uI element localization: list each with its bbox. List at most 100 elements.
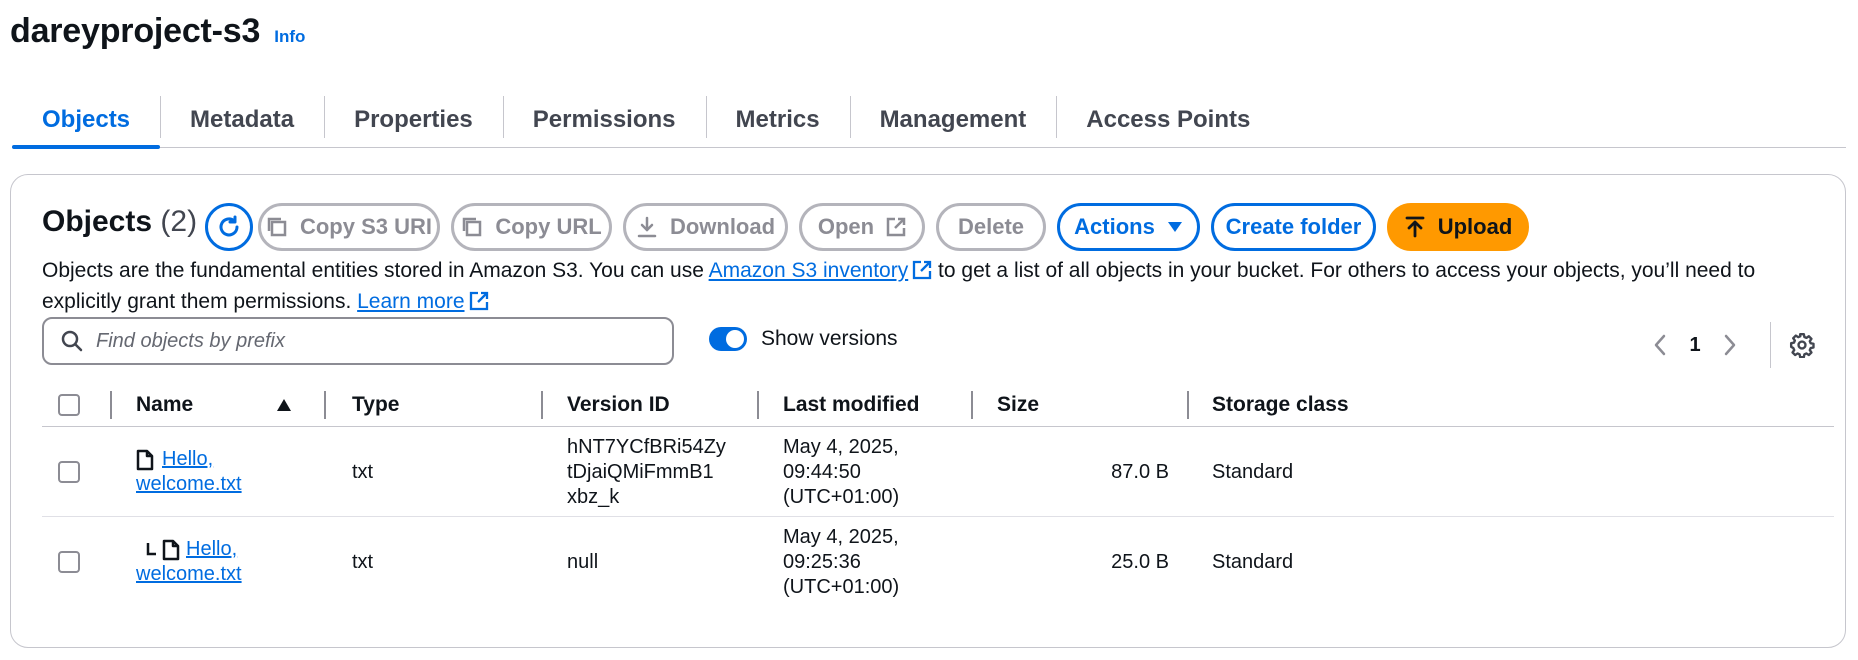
search-icon — [61, 330, 83, 352]
show-versions-control: Show versions — [709, 327, 898, 351]
page-number[interactable]: 1 — [1680, 334, 1710, 357]
create-folder-button[interactable]: Create folder — [1211, 203, 1376, 251]
previous-page-button[interactable] — [1640, 334, 1680, 356]
copy-s3-uri-button[interactable]: Copy S3 URI — [258, 203, 440, 251]
download-button[interactable]: Download — [623, 203, 788, 251]
last-modified-date: May 4, 2025, — [783, 525, 899, 548]
chevron-right-icon — [1724, 334, 1736, 356]
actions-button[interactable]: Actions — [1057, 203, 1200, 251]
column-header-type[interactable]: Type — [352, 383, 399, 427]
page-header: dareyproject-s3 Info — [10, 12, 305, 51]
caret-down-icon — [1167, 222, 1182, 232]
object-link[interactable]: Hello, — [186, 537, 237, 562]
version-id-line: tDjaiQMiFmmB1 — [567, 460, 714, 483]
tab-metadata[interactable]: Metadata — [160, 92, 324, 147]
select-all-cell — [58, 383, 80, 427]
column-header-name[interactable]: Name — [136, 383, 193, 427]
s3-inventory-link[interactable]: Amazon S3 inventory — [709, 259, 909, 282]
tab-management[interactable]: Management — [849, 92, 1057, 147]
copy-url-label: Copy URL — [495, 214, 602, 239]
show-versions-toggle[interactable] — [709, 327, 747, 351]
sort-button[interactable] — [276, 383, 292, 427]
last-modified-timezone: (UTC+01:00) — [783, 575, 900, 598]
copy-icon — [267, 217, 287, 237]
search-input[interactable] — [96, 329, 636, 353]
version-id-line: xbz_k — [567, 485, 620, 508]
upload-button[interactable]: Upload — [1387, 203, 1529, 251]
column-header-last-modified[interactable]: Last modified — [783, 383, 920, 427]
file-icon — [136, 449, 154, 470]
row-select-cell — [58, 517, 80, 607]
table-row: Hello, welcome.txt txt hNT7YCfBRi54Zy tD… — [42, 427, 1834, 517]
version-id-line: hNT7YCfBRi54Zy — [567, 435, 726, 458]
show-versions-label: Show versions — [761, 327, 898, 350]
column-divider — [757, 391, 759, 419]
sort-ascending-icon — [277, 399, 291, 411]
info-link[interactable]: Info — [274, 27, 305, 47]
object-link-line2[interactable]: welcome.txt — [136, 472, 242, 497]
search-field[interactable] — [42, 317, 674, 365]
column-header-size[interactable]: Size — [997, 383, 1039, 427]
version-id-cell: hNT7YCfBRi54Zy tDjaiQMiFmmB1 xbz_k — [567, 427, 726, 517]
column-divider — [324, 391, 326, 419]
storage-class-cell: Standard — [1212, 550, 1294, 573]
row-checkbox[interactable] — [58, 551, 80, 573]
select-all-checkbox[interactable] — [58, 394, 80, 416]
object-link-line2[interactable]: welcome.txt — [136, 562, 242, 587]
column-header-name-label: Name — [136, 393, 194, 416]
tab-permissions[interactable]: Permissions — [502, 92, 706, 147]
page-title: dareyproject-s3 — [10, 12, 261, 50]
objects-description: Objects are the fundamental entities sto… — [42, 255, 1832, 317]
last-modified-date: May 4, 2025, — [783, 435, 899, 458]
delete-label: Delete — [957, 214, 1025, 239]
tab-access-points[interactable]: Access Points — [1056, 92, 1280, 147]
open-label: Open — [817, 214, 875, 239]
pagination-divider — [1770, 322, 1771, 368]
delete-button[interactable]: Delete — [936, 203, 1046, 251]
refresh-button[interactable] — [205, 203, 253, 251]
download-label: Download — [669, 214, 776, 239]
tab-objects[interactable]: Objects — [12, 92, 161, 149]
last-modified-cell: May 4, 2025, 09:44:50 (UTC+01:00) — [783, 427, 899, 517]
type-cell: txt — [352, 550, 374, 573]
upload-label: Upload — [1437, 214, 1513, 239]
storage-class-cell: Standard — [1212, 460, 1294, 483]
size-cell: 25.0 B — [1111, 550, 1169, 573]
row-checkbox[interactable] — [58, 461, 80, 483]
external-link-icon — [886, 217, 906, 237]
last-modified-time: 09:44:50 — [783, 460, 861, 483]
row-select-cell — [58, 427, 80, 517]
last-modified-cell: May 4, 2025, 09:25:36 (UTC+01:00) — [783, 517, 899, 607]
column-divider — [110, 391, 112, 419]
column-header-version-id[interactable]: Version ID — [567, 383, 670, 427]
bucket-tabs: Objects Metadata Properties Permissions … — [12, 92, 1846, 149]
tab-properties[interactable]: Properties — [324, 92, 503, 147]
chevron-left-icon — [1654, 334, 1666, 356]
next-page-button[interactable] — [1710, 334, 1750, 356]
refresh-icon — [219, 215, 239, 237]
tab-metrics[interactable]: Metrics — [705, 92, 850, 147]
version-id-cell: null — [567, 550, 599, 573]
size-cell: 87.0 B — [1111, 460, 1169, 483]
copy-icon — [463, 217, 482, 237]
name-cell: Hello, welcome.txt — [136, 427, 242, 517]
objects-panel-header: Objects (2) Copy S3 URI Copy URL Downloa — [42, 193, 1815, 251]
objects-title: Objects (2) — [42, 205, 197, 239]
version-branch-icon — [146, 542, 156, 555]
create-folder-label: Create folder — [1225, 214, 1362, 239]
learn-more-link[interactable]: Learn more — [357, 290, 464, 313]
last-modified-timezone: (UTC+01:00) — [783, 485, 900, 508]
external-link-icon — [469, 291, 488, 311]
open-button[interactable]: Open — [799, 203, 925, 251]
object-link[interactable]: Hello, — [162, 447, 213, 472]
column-header-storage-class[interactable]: Storage class — [1212, 383, 1349, 427]
gear-icon — [1789, 332, 1815, 358]
objects-panel: Objects (2) Copy S3 URI Copy URL Downloa — [10, 174, 1846, 648]
description-text-1: Objects are the fundamental entities sto… — [42, 259, 709, 282]
download-icon — [637, 216, 657, 238]
table-header: Name Type Version ID Last modified Size … — [42, 383, 1834, 427]
copy-url-button[interactable]: Copy URL — [451, 203, 612, 251]
preferences-button[interactable] — [1789, 332, 1815, 358]
column-divider — [541, 391, 543, 419]
actions-label: Actions — [1074, 214, 1155, 239]
